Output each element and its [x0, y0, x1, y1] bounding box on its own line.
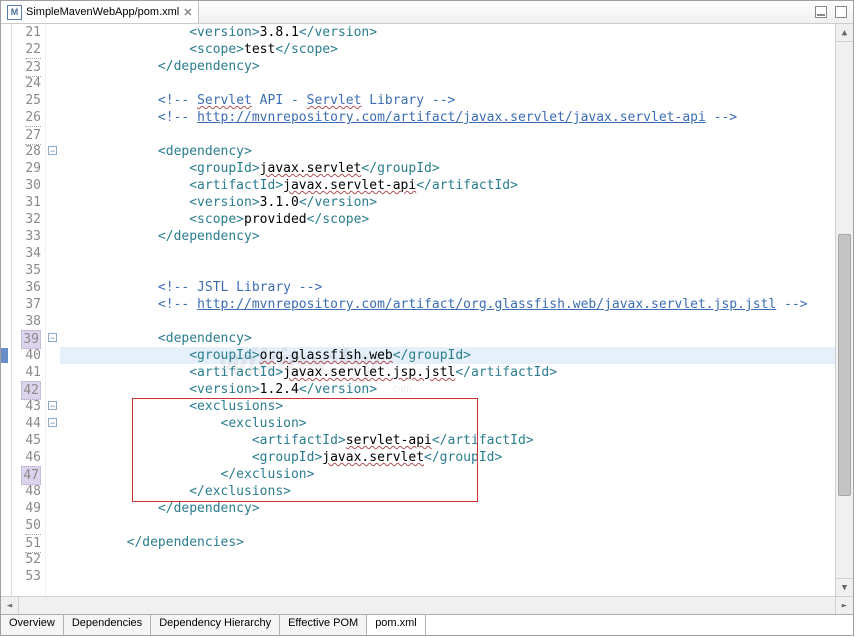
code-line[interactable]: <groupId>javax.servlet</groupId> — [64, 449, 502, 466]
fold-toggle-icon[interactable]: − — [48, 401, 57, 410]
line-number: 53 — [12, 568, 41, 585]
bottom-tab[interactable]: Dependency Hierarchy — [151, 615, 280, 635]
fold-toggle-icon[interactable]: − — [48, 333, 57, 342]
line-number: 47 — [12, 466, 41, 483]
code-line[interactable]: <exclusion> — [64, 415, 307, 432]
scroll-right-icon[interactable]: ► — [835, 597, 853, 614]
title-bar: M SimpleMavenWebApp/pom.xml ✕ — [1, 1, 853, 24]
editor-body: 2122232425262728293031323334353637383940… — [1, 24, 853, 596]
fold-toggle-icon[interactable]: − — [48, 418, 57, 427]
scroll-down-icon[interactable]: ▼ — [836, 578, 853, 596]
line-number: 45 — [12, 432, 41, 449]
code-line[interactable]: <artifactId>javax.servlet-api</artifactI… — [64, 177, 518, 194]
scroll-thumb[interactable] — [838, 234, 851, 496]
vertical-scrollbar[interactable]: ▲ ▼ — [835, 24, 853, 596]
line-number: 32 — [12, 211, 41, 228]
code-line[interactable]: <groupId>org.glassfish.web</groupId> — [64, 347, 471, 364]
code-line[interactable]: <version>3.1.0</version> — [64, 194, 377, 211]
current-line-marker — [1, 348, 8, 363]
bottom-tabs: OverviewDependenciesDependency Hierarchy… — [1, 614, 853, 635]
line-number: 22 — [12, 41, 41, 58]
bottom-tab[interactable]: Effective POM — [280, 615, 367, 635]
code-line[interactable]: <version>3.8.1</version> — [64, 24, 377, 41]
fold-gutter: − − − − — [46, 24, 60, 596]
line-number: 52 — [12, 551, 41, 568]
line-number: 21 — [12, 24, 41, 41]
code-line[interactable]: <!-- http://mvnrepository.com/artifact/j… — [64, 109, 737, 126]
line-number: 39 — [12, 330, 41, 347]
bottom-tab[interactable]: Dependencies — [64, 615, 151, 635]
watermark-sub: .com — [390, 384, 412, 395]
line-number: 26 — [12, 109, 41, 126]
code-line[interactable]: </exclusions> — [64, 483, 291, 500]
line-number: 37 — [12, 296, 41, 313]
code-line[interactable]: <!-- JSTL Library --> — [64, 279, 322, 296]
code-line[interactable]: <artifactId>javax.servlet.jsp.jstl</arti… — [64, 364, 557, 381]
file-tab[interactable]: M SimpleMavenWebApp/pom.xml ✕ — [1, 1, 199, 23]
code-line[interactable]: </dependency> — [64, 58, 260, 75]
line-number: 23 — [12, 58, 41, 75]
line-number: 34 — [12, 245, 41, 262]
bottom-tab[interactable]: pom.xml — [367, 615, 426, 635]
minimize-icon[interactable] — [815, 6, 827, 18]
line-number: 43 — [12, 398, 41, 415]
marker-ruler — [1, 24, 12, 596]
code-area[interactable]: wikitechy .com <version>3.8.1</version> … — [60, 24, 835, 596]
code-line[interactable]: <dependency> — [64, 143, 252, 160]
tab-title: SimpleMavenWebApp/pom.xml — [26, 6, 179, 18]
code-line[interactable]: </dependency> — [64, 500, 260, 517]
code-line[interactable]: <exclusions> — [64, 398, 283, 415]
line-number: 49 — [12, 500, 41, 517]
code-line[interactable]: <groupId>javax.servlet</groupId> — [64, 160, 440, 177]
line-number: 42 — [12, 381, 41, 398]
line-number: 51 — [12, 534, 41, 551]
line-number: 38 — [12, 313, 41, 330]
line-number: 25 — [12, 92, 41, 109]
code-line[interactable]: </exclusion> — [64, 466, 314, 483]
scroll-up-icon[interactable]: ▲ — [836, 24, 853, 42]
line-number-gutter: 2122232425262728293031323334353637383940… — [12, 24, 46, 596]
line-number: 46 — [12, 449, 41, 466]
line-number: 29 — [12, 160, 41, 177]
code-line[interactable]: <artifactId>servlet-api</artifactId> — [64, 432, 534, 449]
bottom-tab[interactable]: Overview — [1, 615, 64, 635]
line-number: 28 — [12, 143, 41, 160]
line-number: 36 — [12, 279, 41, 296]
code-line[interactable]: </dependency> — [64, 228, 260, 245]
code-line[interactable]: <scope>test</scope> — [64, 41, 338, 58]
line-number: 44 — [12, 415, 41, 432]
code-line[interactable]: <!-- http://mvnrepository.com/artifact/o… — [64, 296, 808, 313]
line-number: 50 — [12, 517, 41, 534]
line-number: 27 — [12, 126, 41, 143]
line-number: 48 — [12, 483, 41, 500]
maximize-icon[interactable] — [835, 6, 847, 18]
line-number: 24 — [12, 75, 41, 92]
editor-window: M SimpleMavenWebApp/pom.xml ✕ 2122232425… — [0, 0, 854, 636]
line-number: 31 — [12, 194, 41, 211]
code-line[interactable]: <!-- Servlet API - Servlet Library --> — [64, 92, 455, 109]
maven-file-icon: M — [7, 5, 22, 20]
code-line[interactable]: <dependency> — [64, 330, 252, 347]
line-number: 30 — [12, 177, 41, 194]
toolbar-right — [815, 6, 853, 18]
line-number: 35 — [12, 262, 41, 279]
close-icon[interactable]: ✕ — [183, 6, 192, 19]
line-number: 40 — [12, 347, 41, 364]
line-number: 41 — [12, 364, 41, 381]
fold-toggle-icon[interactable]: − — [48, 146, 57, 155]
code-line[interactable]: <version>1.2.4</version> — [64, 381, 377, 398]
code-line[interactable]: <scope>provided</scope> — [64, 211, 369, 228]
scroll-left-icon[interactable]: ◄ — [1, 597, 19, 614]
line-number: 33 — [12, 228, 41, 245]
code-line[interactable]: </dependencies> — [64, 534, 244, 551]
horizontal-scrollbar[interactable]: ◄ ► — [1, 596, 853, 614]
